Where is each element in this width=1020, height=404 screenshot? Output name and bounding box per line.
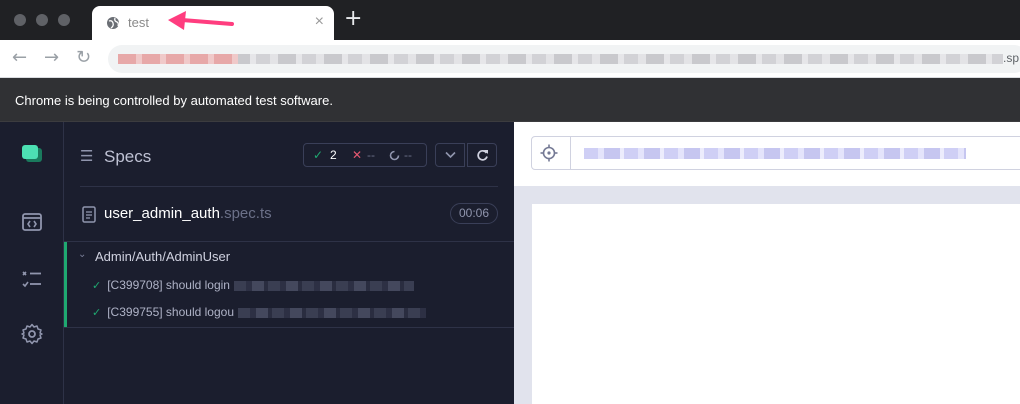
browser-toolbar: ← → ↻ .sp <box>0 40 1020 78</box>
annotation-arrow-icon <box>168 11 234 30</box>
failed-count: -- <box>367 148 375 162</box>
redacted-aut-url <box>584 148 966 159</box>
reporter-panel: ☰ Specs ✓ 2 ✕ -- -- user_admin_auth.spec… <box>64 122 514 404</box>
window-zoom-dot[interactable] <box>58 14 70 26</box>
suite-title[interactable]: Admin/Auth/AdminUser <box>95 249 230 264</box>
forward-icon[interactable]: → <box>44 47 59 68</box>
check-icon: ✓ <box>92 306 102 319</box>
aut-iframe[interactable] <box>532 204 1020 404</box>
test-stats: ✓ 2 ✕ -- -- <box>303 143 427 167</box>
spec-name: user_admin_auth <box>104 205 220 222</box>
suite-divider <box>64 327 514 328</box>
refresh-icon <box>477 150 488 161</box>
address-bar[interactable]: .sp <box>108 45 1020 73</box>
crosshair-icon[interactable] <box>540 144 558 162</box>
specs-list-icon[interactable]: ☰ <box>80 147 93 165</box>
rerun-button[interactable] <box>467 143 497 167</box>
reload-icon[interactable]: ↻ <box>76 47 91 68</box>
aut-panel <box>514 122 1020 404</box>
infobar-message: Chrome is being controlled by automated … <box>15 93 333 108</box>
back-icon[interactable]: ← <box>12 47 27 68</box>
new-tab-button[interactable]: + <box>344 8 362 30</box>
test-row[interactable]: ✓ [C399755] should logou <box>92 305 426 319</box>
aut-url-bar[interactable] <box>531 136 1020 170</box>
tab-title: test <box>128 15 149 30</box>
spec-extension: .spec.ts <box>219 205 272 222</box>
cypress-sidebar <box>0 122 64 404</box>
settings-icon[interactable] <box>20 322 44 346</box>
x-icon: ✕ <box>352 148 363 162</box>
redacted-url <box>118 54 1003 64</box>
aut-header <box>514 122 1020 186</box>
cypress-logo-icon[interactable] <box>20 142 44 166</box>
chevron-down-icon <box>445 151 456 159</box>
url-tail: .sp <box>1003 51 1020 65</box>
spec-duration-badge: 00:06 <box>450 203 498 224</box>
specs-title[interactable]: Specs <box>104 147 151 167</box>
suite-status-bar <box>64 242 67 328</box>
passed-count: 2 <box>330 148 337 162</box>
tab-close-button[interactable]: × <box>315 13 324 31</box>
check-icon: ✓ <box>313 148 324 162</box>
collapse-toggle-button[interactable] <box>435 143 465 167</box>
pending-count: -- <box>404 148 412 162</box>
file-icon <box>82 206 96 223</box>
test-row[interactable]: ✓ [C399708] should login <box>92 278 414 292</box>
tests-list-icon[interactable] <box>20 267 44 291</box>
redacted-text <box>238 307 426 318</box>
window-close-dot[interactable] <box>14 14 26 26</box>
automation-infobar: Chrome is being controlled by automated … <box>0 78 1020 122</box>
browser-titlebar: test × + <box>0 0 1020 40</box>
runs-icon[interactable] <box>20 210 44 234</box>
chevron-down-icon[interactable]: ⌄ <box>78 249 86 260</box>
globe-icon <box>107 17 119 29</box>
window-minimize-dot[interactable] <box>36 14 48 26</box>
redacted-text <box>233 280 414 291</box>
test-title: [C399755] should logou <box>107 305 234 319</box>
url-separator <box>570 137 571 169</box>
test-title: [C399708] should login <box>107 278 230 292</box>
spec-divider <box>64 241 514 242</box>
spec-file-name[interactable]: user_admin_auth.spec.ts <box>104 205 272 222</box>
redacted-url-host <box>118 54 238 64</box>
header-divider <box>80 186 498 187</box>
spinner-icon <box>389 150 400 161</box>
check-icon: ✓ <box>92 279 102 292</box>
